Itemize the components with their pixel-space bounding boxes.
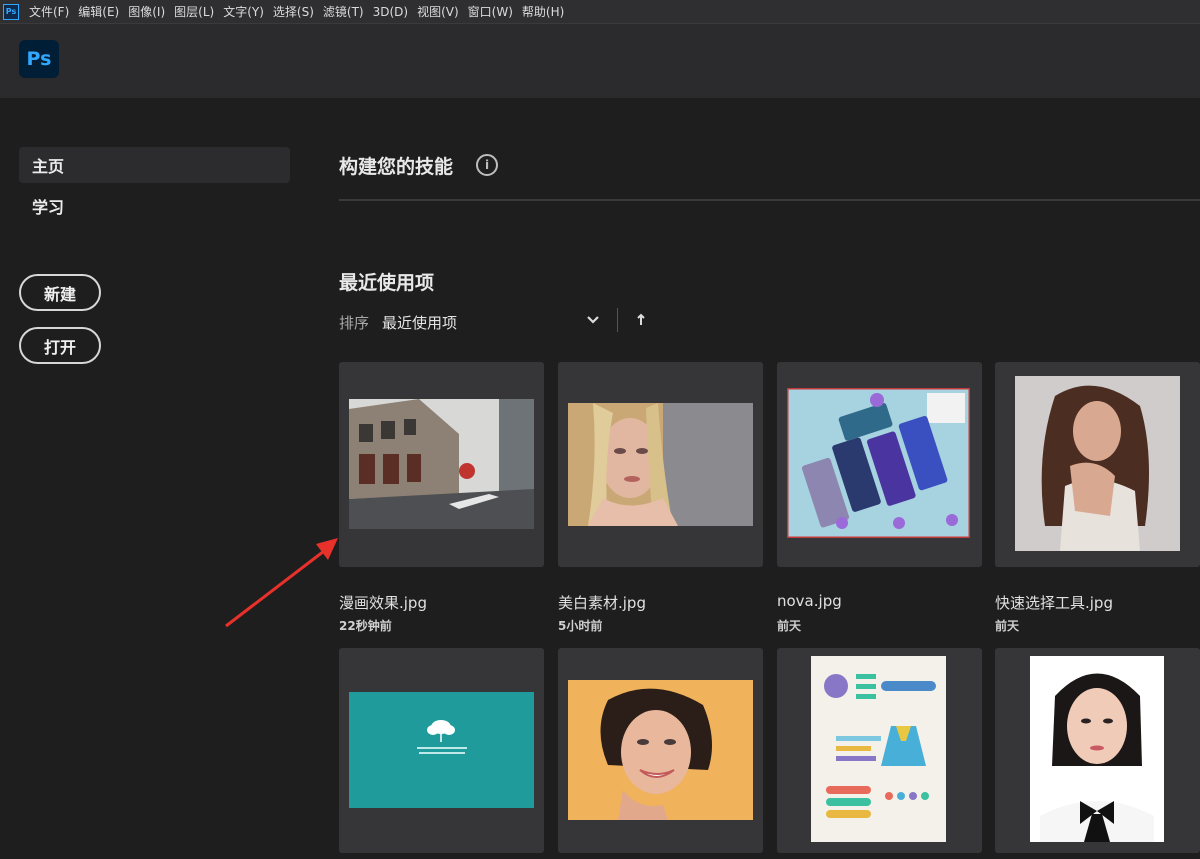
file-thumbnail-teal bbox=[349, 692, 534, 808]
menu-type[interactable]: 文字(Y) bbox=[223, 3, 264, 20]
menu-select[interactable]: 选择(S) bbox=[273, 3, 314, 20]
phones-product-image bbox=[787, 388, 970, 538]
photoshop-logo: Ps bbox=[19, 40, 59, 78]
main-content: 构建您的技能 i 最近使用项 排序 最近使用项 漫画效果.jpg 22秒钟前 美… bbox=[339, 98, 1200, 859]
recent-file-card[interactable] bbox=[777, 648, 982, 853]
file-name[interactable]: 美白素材.jpg bbox=[558, 592, 646, 613]
id-photo-image bbox=[1030, 656, 1164, 842]
menu-filter[interactable]: 滤镜(T) bbox=[323, 3, 364, 20]
recent-title: 最近使用项 bbox=[339, 272, 435, 294]
app-header: Ps bbox=[0, 24, 1200, 98]
sort-direction-arrow-up-icon[interactable] bbox=[636, 313, 646, 327]
street-photo-image bbox=[349, 399, 534, 529]
menu-image[interactable]: 图像(I) bbox=[128, 3, 165, 20]
recent-file-card[interactable] bbox=[995, 648, 1200, 853]
file-time: 5小时前 bbox=[558, 619, 603, 633]
menu-help[interactable]: 帮助(H) bbox=[522, 3, 564, 20]
portrait-photo-image bbox=[568, 403, 753, 526]
menu-edit[interactable]: 编辑(E) bbox=[78, 3, 119, 20]
menu-view[interactable]: 视图(V) bbox=[417, 3, 459, 20]
menu-window[interactable]: 窗口(W) bbox=[468, 3, 513, 20]
recent-file-card[interactable] bbox=[558, 362, 763, 567]
menu-file[interactable]: 文件(F) bbox=[29, 3, 69, 20]
open-button[interactable]: 打开 bbox=[19, 327, 101, 364]
file-time: 前天 bbox=[777, 619, 802, 633]
menu-bar: Ps 文件(F) 编辑(E) 图像(I) 图层(L) 文字(Y) 选择(S) 滤… bbox=[0, 0, 1200, 24]
new-button[interactable]: 新建 bbox=[19, 274, 101, 311]
file-name[interactable]: 漫画效果.jpg bbox=[339, 592, 427, 613]
file-thumbnail-infographic bbox=[811, 656, 946, 842]
file-thumbnail-smile bbox=[568, 680, 753, 820]
info-icon[interactable]: i bbox=[476, 154, 498, 176]
menu-layer[interactable]: 图层(L) bbox=[174, 3, 214, 20]
photoshop-app-icon[interactable]: Ps bbox=[3, 3, 19, 20]
sidebar: 主页 学习 新建 打开 bbox=[0, 98, 310, 859]
menu-3d[interactable]: 3D(D) bbox=[373, 5, 408, 19]
file-time: 22秒钟前 bbox=[339, 619, 392, 633]
file-thumbnail-id-photo bbox=[1030, 656, 1164, 842]
chevron-down-icon[interactable] bbox=[586, 313, 600, 327]
infographic-image bbox=[811, 656, 946, 842]
file-thumbnail-street bbox=[349, 399, 534, 529]
cloud-icon bbox=[349, 692, 534, 808]
sort-dropdown[interactable]: 最近使用项 bbox=[382, 312, 457, 333]
sidebar-item-learn[interactable]: 学习 bbox=[19, 188, 290, 224]
skills-title: 构建您的技能 bbox=[339, 156, 454, 178]
smiling-woman-image bbox=[568, 680, 753, 820]
recent-file-card[interactable] bbox=[339, 648, 544, 853]
file-thumbnail-portrait bbox=[568, 403, 753, 526]
sidebar-item-home[interactable]: 主页 bbox=[19, 147, 290, 183]
file-time: 前天 bbox=[995, 619, 1020, 633]
sort-control: 排序 最近使用项 bbox=[339, 308, 659, 336]
file-name[interactable]: nova.jpg bbox=[777, 592, 842, 610]
file-thumbnail-model bbox=[1015, 376, 1180, 551]
file-thumbnail-phones bbox=[787, 388, 970, 538]
model-photo-image bbox=[1015, 376, 1180, 551]
recent-file-card[interactable] bbox=[995, 362, 1200, 567]
recent-file-card[interactable] bbox=[558, 648, 763, 853]
section-divider bbox=[339, 199, 1200, 201]
sort-separator bbox=[617, 308, 618, 332]
recent-file-card[interactable] bbox=[777, 362, 982, 567]
sort-label: 排序 bbox=[339, 314, 370, 332]
recent-file-card[interactable] bbox=[339, 362, 544, 567]
file-name[interactable]: 快速选择工具.jpg bbox=[995, 592, 1113, 613]
